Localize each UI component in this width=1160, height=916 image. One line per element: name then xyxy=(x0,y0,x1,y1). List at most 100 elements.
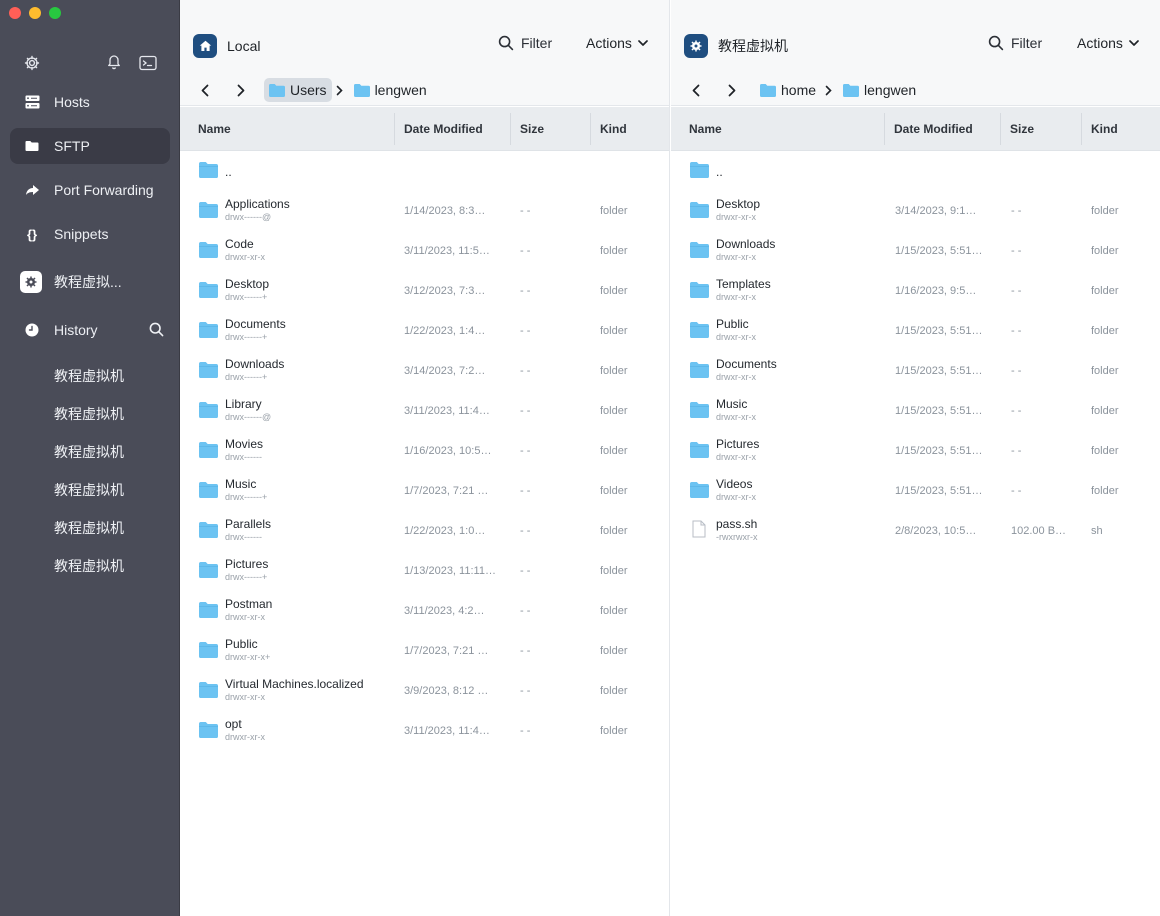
actions-menu-button[interactable]: Actions xyxy=(586,35,648,51)
filter-button[interactable]: Filter xyxy=(498,35,552,51)
back-button[interactable] xyxy=(194,79,216,101)
file-date: 1/7/2023, 7:21 … xyxy=(404,485,489,497)
column-size[interactable]: Size xyxy=(1010,107,1034,151)
file-name: opt xyxy=(225,717,242,731)
file-row[interactable]: Downloads drwx------+ 3/14/2023, 7:2… - - fo… xyxy=(180,351,669,391)
column-kind[interactable]: Kind xyxy=(600,107,627,151)
file-date: 1/14/2023, 8:3… xyxy=(404,205,486,217)
file-kind: folder xyxy=(600,485,628,497)
file-row[interactable]: Templates drwxr-xr-x 1/16/2023, 9:5… - - fol… xyxy=(671,271,1160,311)
forward-button[interactable] xyxy=(721,79,743,101)
actions-menu-button[interactable]: Actions xyxy=(1077,35,1139,51)
file-name: .. xyxy=(716,165,723,179)
file-kind: folder xyxy=(600,565,628,577)
file-permissions: drwxr-xr-x xyxy=(716,292,756,302)
column-divider[interactable] xyxy=(1081,113,1082,145)
close-window-button[interactable] xyxy=(9,7,21,19)
sidebar-item-hosts[interactable]: Hosts xyxy=(10,84,170,120)
bell-icon[interactable] xyxy=(106,53,122,73)
gear-icon[interactable] xyxy=(24,55,40,74)
file-row[interactable]: Desktop drwx------+ 3/12/2023, 7:3… - - fold… xyxy=(180,271,669,311)
column-name[interactable]: Name xyxy=(689,107,722,151)
filter-button[interactable]: Filter xyxy=(988,35,1042,51)
file-size: - - xyxy=(520,205,531,217)
file-row[interactable]: Code drwxr-xr-x 3/11/2023, 11:5… - - folder xyxy=(180,231,669,271)
file-size: - - xyxy=(1011,365,1022,377)
breadcrumb-item[interactable]: Users xyxy=(264,78,332,102)
file-row[interactable]: Movies drwx------ 1/16/2023, 10:5… - - folde… xyxy=(180,431,669,471)
file-row[interactable]: Applications drwx------@ 1/14/2023, 8:3… - … xyxy=(180,191,669,231)
file-row[interactable]: Virtual Machines.localized drwxr-xr-x 3/9/… xyxy=(180,671,669,711)
file-row[interactable]: Public drwxr-xr-x+ 1/7/2023, 7:21 … - - fold… xyxy=(180,631,669,671)
window-controls xyxy=(9,7,61,19)
sidebar-item-label: Hosts xyxy=(54,94,90,110)
breadcrumb-item[interactable]: home xyxy=(755,78,821,102)
zoom-window-button[interactable] xyxy=(49,7,61,19)
terminal-icon[interactable] xyxy=(139,55,157,74)
history-item[interactable]: 教程虚拟机 xyxy=(54,518,124,538)
file-row[interactable]: .. xyxy=(671,151,1160,191)
breadcrumb-item[interactable]: lengwen xyxy=(349,78,432,102)
file-row[interactable]: Downloads drwxr-xr-x 1/15/2023, 5:51… - - fo… xyxy=(671,231,1160,271)
file-row[interactable]: Parallels drwx------ 1/22/2023, 1:0… - - fol… xyxy=(180,511,669,551)
file-row[interactable]: Desktop drwxr-xr-x 3/14/2023, 9:1… - - folde… xyxy=(671,191,1160,231)
chevron-down-icon xyxy=(638,39,648,46)
column-divider[interactable] xyxy=(884,113,885,145)
file-row[interactable]: Pictures drwx------+ 1/13/2023, 11:11… - - f… xyxy=(180,551,669,591)
file-name: Pictures xyxy=(225,557,269,571)
file-kind: folder xyxy=(600,205,628,217)
file-kind: folder xyxy=(600,525,628,537)
chevron-left-icon xyxy=(692,84,700,96)
history-item[interactable]: 教程虚拟机 xyxy=(54,366,124,386)
file-row[interactable]: Pictures drwxr-xr-x 1/15/2023, 5:51… - - fol… xyxy=(671,431,1160,471)
sidebar-item-sftp[interactable]: SFTP xyxy=(10,128,170,164)
column-size[interactable]: Size xyxy=(520,107,544,151)
file-date: 3/14/2023, 7:2… xyxy=(404,365,486,377)
history-item[interactable]: 教程虚拟机 xyxy=(54,404,124,424)
file-row[interactable]: .. xyxy=(180,151,669,191)
file-size: - - xyxy=(520,645,531,657)
column-divider[interactable] xyxy=(510,113,511,145)
breadcrumb: Users lengwen xyxy=(194,77,432,103)
file-row[interactable]: Music drwx------+ 1/7/2023, 7:21 … - - folde… xyxy=(180,471,669,511)
file-date: 1/15/2023, 5:51… xyxy=(895,445,983,457)
file-size: - - xyxy=(520,245,531,257)
file-date: 2/8/2023, 10:5… xyxy=(895,525,977,537)
file-size: - - xyxy=(520,725,531,737)
file-kind: folder xyxy=(600,245,628,257)
file-row[interactable]: Videos drwxr-xr-x 1/15/2023, 5:51… - - folde… xyxy=(671,471,1160,511)
file-size: - - xyxy=(520,525,531,537)
column-kind[interactable]: Kind xyxy=(1091,107,1118,151)
search-icon[interactable] xyxy=(149,322,164,340)
history-item[interactable]: 教程虚拟机 xyxy=(54,480,124,500)
back-button[interactable] xyxy=(685,79,707,101)
sidebar-item-snippets[interactable]: {} Snippets xyxy=(10,216,170,252)
file-row[interactable]: opt drwxr-xr-x 3/11/2023, 11:4… - - folder xyxy=(180,711,669,751)
breadcrumb-item[interactable]: lengwen xyxy=(838,78,921,102)
file-row[interactable]: Postman drwxr-xr-x 3/11/2023, 4:2… - - folde… xyxy=(180,591,669,631)
column-divider[interactable] xyxy=(590,113,591,145)
column-divider[interactable] xyxy=(1000,113,1001,145)
minimize-window-button[interactable] xyxy=(29,7,41,19)
sidebar-item-port-forwarding[interactable]: Port Forwarding xyxy=(10,172,170,208)
file-row[interactable]: Documents drwx------+ 1/22/2023, 1:4… - - fo… xyxy=(180,311,669,351)
file-size: - - xyxy=(520,605,531,617)
file-kind: folder xyxy=(600,645,628,657)
file-kind: folder xyxy=(1091,445,1119,457)
file-row[interactable]: Library drwx------@ 3/11/2023, 11:4… - - fol… xyxy=(180,391,669,431)
file-row[interactable]: Documents drwxr-xr-x 1/15/2023, 5:51… - - fo… xyxy=(671,351,1160,391)
history-item[interactable]: 教程虚拟机 xyxy=(54,556,124,576)
history-item[interactable]: 教程虚拟机 xyxy=(54,442,124,462)
column-name[interactable]: Name xyxy=(198,107,231,151)
column-divider[interactable] xyxy=(394,113,395,145)
column-date[interactable]: Date Modified xyxy=(894,107,973,151)
file-name: Parallels xyxy=(225,517,272,531)
sidebar-item-host[interactable]: 教程虚拟... xyxy=(10,264,170,300)
forward-button[interactable] xyxy=(230,79,252,101)
file-size: - - xyxy=(1011,445,1022,457)
sidebar-item-label: SFTP xyxy=(54,138,90,154)
file-row[interactable]: pass.sh -rwxrwxr-x 2/8/2023, 10:5… 102.00 B… xyxy=(671,511,1160,551)
file-row[interactable]: Music drwxr-xr-x 1/15/2023, 5:51… - - folder xyxy=(671,391,1160,431)
column-date[interactable]: Date Modified xyxy=(404,107,483,151)
file-row[interactable]: Public drwxr-xr-x 1/15/2023, 5:51… - - folde… xyxy=(671,311,1160,351)
